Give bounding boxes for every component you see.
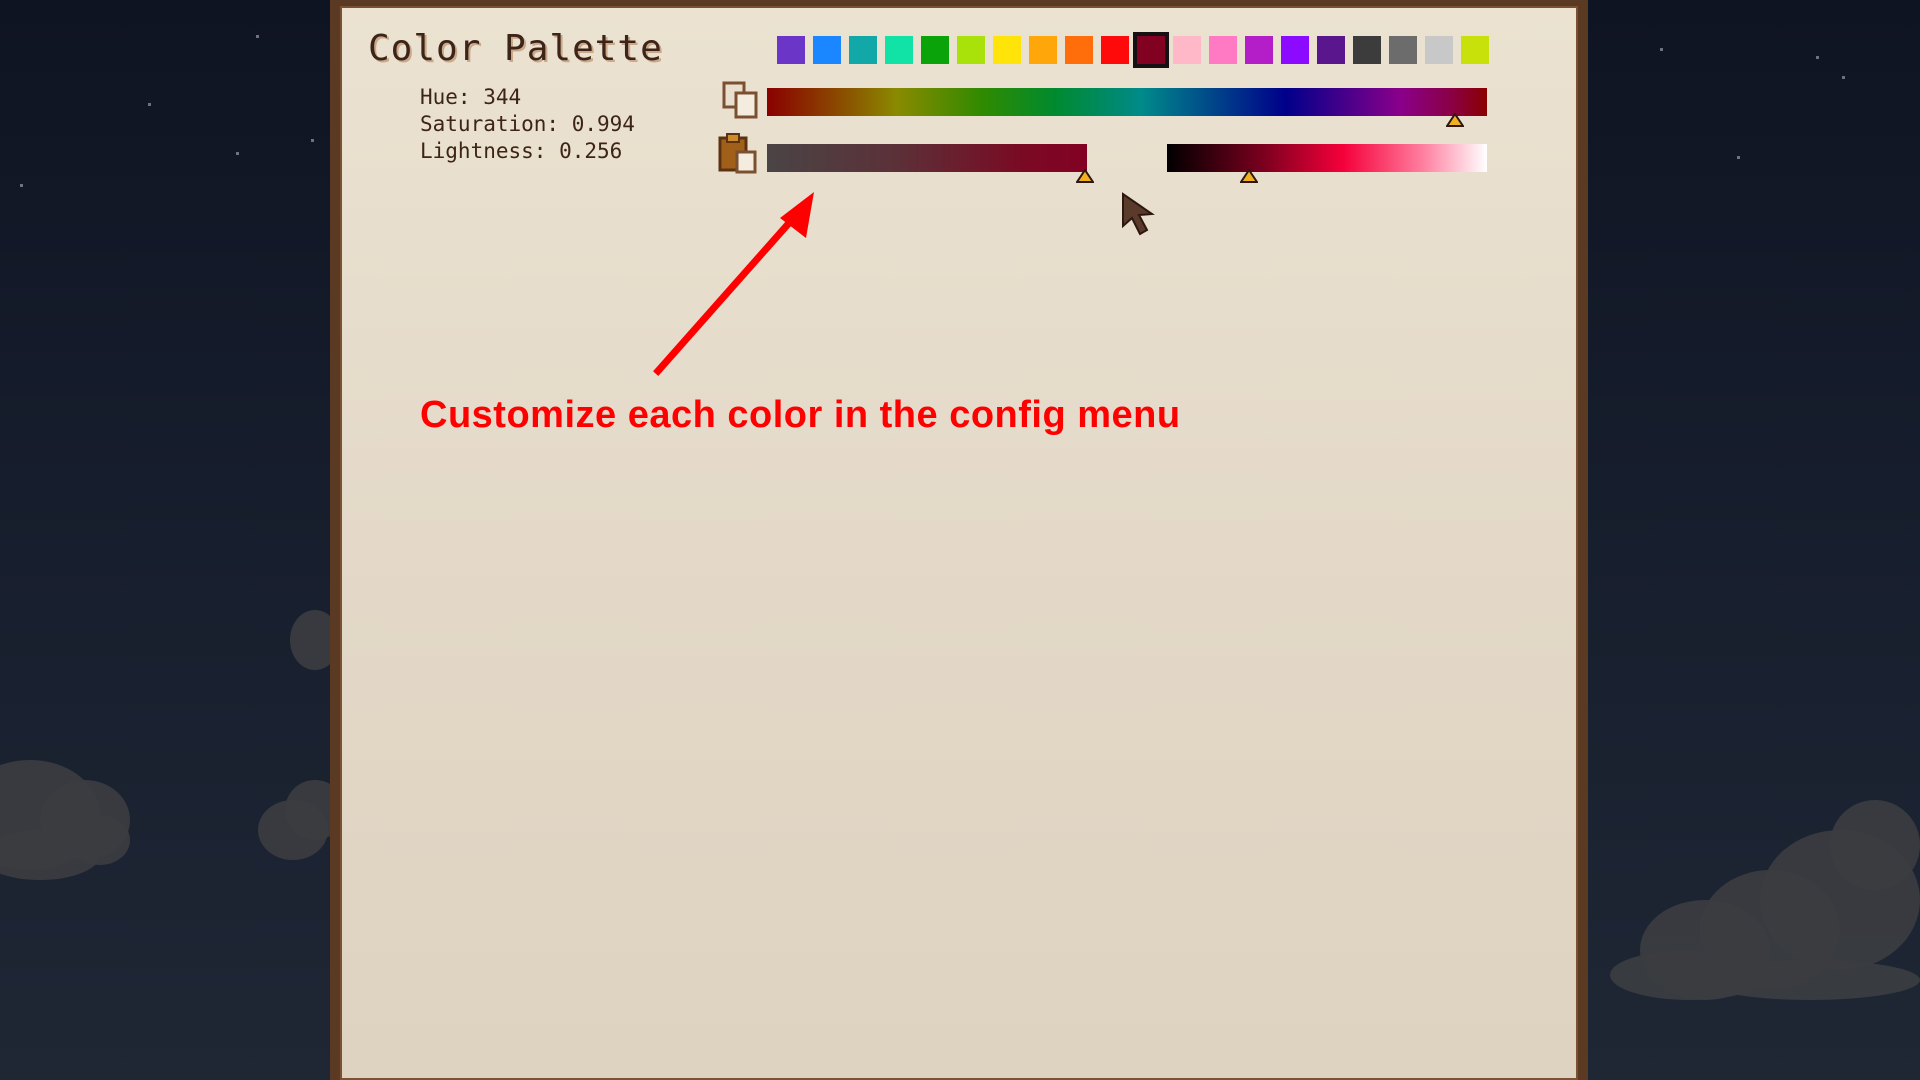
cloud (0, 830, 100, 880)
star (256, 35, 259, 38)
cloud (1700, 960, 1920, 1000)
star (1660, 48, 1663, 51)
star (1737, 156, 1740, 159)
star (20, 184, 23, 187)
star (1816, 56, 1819, 59)
star (148, 103, 151, 106)
color-palette-panel: Color Palette Hue: 344 Saturation: 0.994… (330, 0, 1588, 1080)
star (236, 152, 239, 155)
cloud (1830, 800, 1920, 890)
star (1842, 76, 1845, 79)
star (311, 139, 314, 142)
annotation-text: Customize each color in the config menu (420, 394, 1181, 436)
mouse-cursor-icon (1122, 192, 1155, 236)
